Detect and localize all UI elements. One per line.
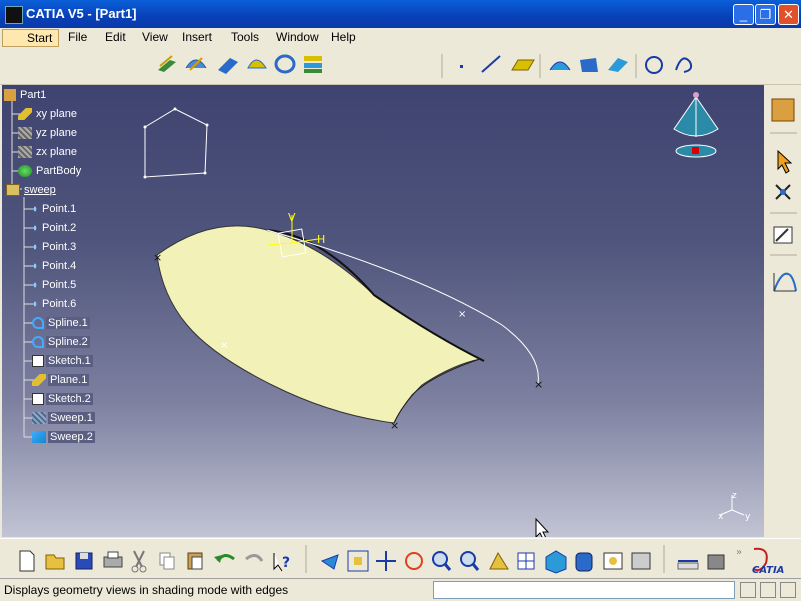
copy-icon[interactable]	[159, 552, 175, 570]
measure-item-icon[interactable]	[707, 554, 725, 570]
zoom-in-icon[interactable]	[432, 551, 452, 571]
menu-view[interactable]: View	[142, 30, 168, 44]
svg-text:×: ×	[534, 378, 543, 391]
pan-icon[interactable]	[376, 551, 396, 571]
svg-text:×: ×	[153, 251, 162, 264]
restore-button[interactable]: ❐	[755, 4, 776, 25]
sketch-profile[interactable]	[143, 107, 209, 179]
title-bar: CATIA V5 - [Part1] _ ❐ ✕	[0, 0, 801, 28]
hide-show-icon[interactable]	[603, 552, 623, 570]
top-toolbar-icons	[156, 54, 693, 78]
whats-this-icon[interactable]: ?	[273, 553, 290, 572]
curve-analysis-icon[interactable]	[773, 272, 797, 292]
new-icon[interactable]	[19, 550, 35, 572]
svg-text:CATIA: CATIA	[752, 565, 784, 576]
loft-icon[interactable]	[274, 54, 296, 74]
menu-file[interactable]: File	[68, 30, 87, 44]
extrude-icon[interactable]	[156, 55, 176, 74]
menu-start[interactable]: Start	[2, 29, 60, 47]
menu-edit[interactable]: Edit	[105, 30, 126, 44]
revolve-icon[interactable]	[185, 57, 207, 71]
zoom-out-icon[interactable]	[460, 551, 480, 571]
window-title: CATIA V5 - [Part1]	[26, 6, 137, 21]
bottom-toolbar-icons: ? » CATIA	[19, 545, 784, 576]
fit-all-icon[interactable]	[347, 550, 369, 572]
point-icon[interactable]	[460, 65, 463, 68]
geometry-canvas: × × × × × V H z y x	[143, 92, 751, 537]
bottom-toolbar: ? » CATIA	[0, 538, 801, 579]
status-button-1[interactable]	[740, 582, 756, 598]
status-button-2[interactable]	[760, 582, 776, 598]
catia-app-icon[interactable]	[5, 6, 23, 24]
svg-text:×: ×	[220, 340, 228, 351]
svg-text:?: ?	[282, 555, 290, 571]
sweep-icon[interactable]	[218, 58, 238, 74]
cut-icon[interactable]	[131, 550, 147, 573]
multi-view-icon[interactable]	[517, 552, 535, 570]
rotate-icon[interactable]	[405, 552, 423, 570]
sweep-surface[interactable]	[156, 225, 485, 424]
navigation-compass-icon[interactable]	[673, 92, 719, 158]
3d-viewport[interactable]: Part1 xy plane yz plane zx plane PartBod…	[2, 85, 764, 537]
menu-window[interactable]: Window	[276, 30, 319, 44]
sketcher-icon[interactable]	[773, 226, 793, 244]
compass-v-label: V	[288, 211, 296, 224]
workbench-icon[interactable]	[771, 98, 795, 122]
svg-text:×: ×	[390, 419, 399, 432]
plane-tool-icon[interactable]	[511, 59, 535, 71]
line-icon[interactable]	[481, 55, 501, 73]
triad-y-label: y	[745, 512, 751, 522]
fill-icon[interactable]	[247, 59, 267, 69]
curve-toolbar	[645, 56, 693, 74]
open-icon[interactable]	[45, 554, 65, 570]
menu-insert[interactable]: Insert	[182, 30, 212, 44]
paste-icon[interactable]	[187, 552, 203, 570]
catia-logo: CATIA	[752, 547, 784, 576]
right-toolbar-icons	[770, 98, 797, 292]
wireframe-toolbar	[460, 55, 535, 73]
join-icon[interactable]	[549, 61, 571, 71]
status-button-3[interactable]	[780, 582, 796, 598]
print-icon[interactable]	[103, 551, 123, 568]
spline-tool-icon[interactable]	[675, 57, 693, 73]
axis-triad: z y x	[718, 491, 751, 522]
operations-toolbar	[549, 58, 628, 72]
right-toolbar	[766, 85, 801, 537]
menu-help[interactable]: Help	[331, 30, 356, 44]
shading-icon[interactable]	[575, 552, 593, 572]
menu-tools[interactable]: Tools	[231, 30, 259, 44]
blend-icon[interactable]	[304, 56, 322, 73]
iso-view-icon[interactable]	[545, 550, 567, 574]
save-icon[interactable]	[75, 552, 93, 570]
command-input[interactable]	[433, 581, 735, 599]
trim-icon[interactable]	[608, 58, 628, 72]
mouse-cursor-icon	[535, 517, 550, 537]
status-bar: Displays geometry views in shading mode …	[0, 578, 801, 601]
normal-view-icon[interactable]	[489, 551, 509, 570]
redo-icon[interactable]	[245, 554, 264, 562]
measure-between-icon[interactable]	[677, 560, 699, 570]
close-button[interactable]: ✕	[778, 4, 799, 25]
circle-icon[interactable]	[645, 56, 663, 74]
split-icon[interactable]	[580, 58, 598, 72]
select-arrow-icon[interactable]	[777, 149, 793, 174]
menu-bar: Start File Edit View Insert Tools Window…	[0, 28, 801, 71]
triad-x-label: x	[718, 512, 724, 522]
compass-h-label: H	[317, 233, 325, 246]
svg-text:×: ×	[458, 309, 466, 320]
fly-mode-icon[interactable]	[320, 554, 339, 570]
sweep-toolbar	[156, 54, 322, 74]
minimize-button[interactable]: _	[733, 4, 754, 25]
triad-z-label: z	[732, 491, 737, 501]
toolbar-overflow-icon[interactable]: »	[736, 547, 742, 558]
undo-icon[interactable]	[214, 554, 235, 563]
swap-visible-space-icon[interactable]	[631, 552, 651, 570]
status-message: Displays geometry views in shading mode …	[4, 583, 289, 597]
snap-icon[interactable]	[775, 184, 791, 200]
